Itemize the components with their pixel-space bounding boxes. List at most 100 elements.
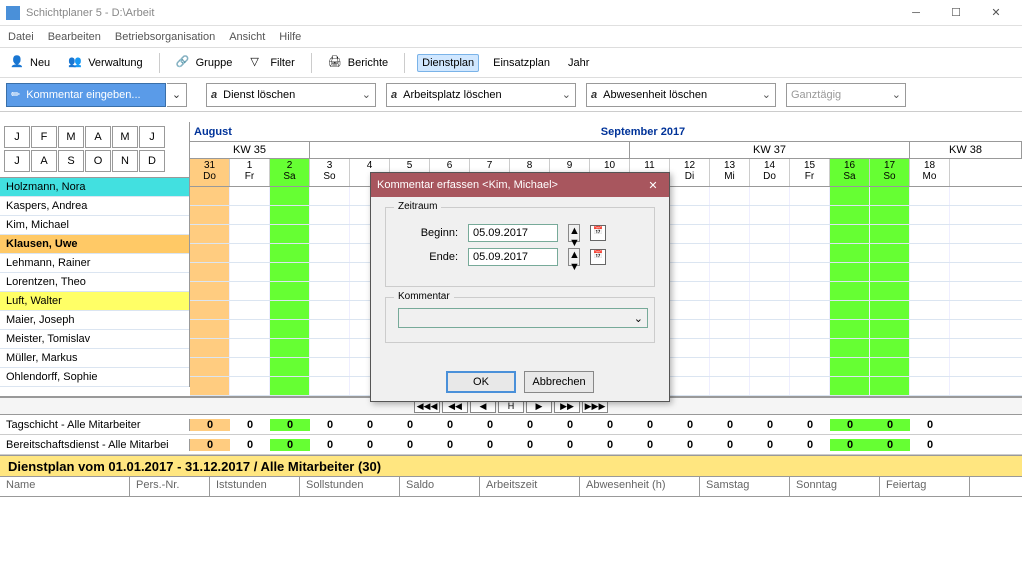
grid-cell[interactable] — [710, 377, 750, 395]
spinner-ende[interactable]: ▲▼ — [568, 248, 580, 266]
grid-cell[interactable] — [310, 282, 350, 300]
grid-cell[interactable] — [230, 206, 270, 224]
column-header[interactable]: Abwesenheit (h) — [580, 477, 700, 496]
grid-cell[interactable] — [830, 263, 870, 281]
grid-cell[interactable] — [830, 377, 870, 395]
column-header[interactable]: Saldo — [400, 477, 480, 496]
close-button[interactable]: ✕ — [976, 0, 1016, 26]
grid-cell[interactable] — [190, 377, 230, 395]
grid-cell[interactable] — [310, 339, 350, 357]
employee-row[interactable]: Meister, Tomislav — [0, 330, 189, 349]
grid-cell[interactable] — [870, 282, 910, 300]
grid-cell[interactable] — [750, 263, 790, 281]
grid-cell[interactable] — [750, 282, 790, 300]
grid-cell[interactable] — [230, 301, 270, 319]
grid-cell[interactable] — [750, 244, 790, 262]
employee-row[interactable]: Klausen, Uwe — [0, 235, 189, 254]
menu-datei[interactable]: Datei — [8, 31, 34, 43]
month-cell[interactable]: F — [31, 126, 57, 148]
employee-row[interactable]: Müller, Markus — [0, 349, 189, 368]
input-ende[interactable] — [468, 248, 558, 266]
grid-cell[interactable] — [830, 187, 870, 205]
chevron-down-icon[interactable]: ⌄ — [167, 83, 187, 107]
grid-cell[interactable] — [190, 225, 230, 243]
menu-betriebsorganisation[interactable]: Betriebsorganisation — [115, 31, 215, 43]
grid-cell[interactable] — [710, 225, 750, 243]
grid-cell[interactable] — [230, 187, 270, 205]
grid-cell[interactable] — [270, 301, 310, 319]
grid-cell[interactable] — [310, 377, 350, 395]
grid-cell[interactable] — [270, 263, 310, 281]
input-beginn[interactable] — [468, 224, 558, 242]
column-header[interactable]: Feiertag — [880, 477, 970, 496]
grid-cell[interactable] — [230, 320, 270, 338]
column-header[interactable]: Sonntag — [790, 477, 880, 496]
grid-cell[interactable] — [790, 301, 830, 319]
grid-cell[interactable] — [870, 187, 910, 205]
grid-cell[interactable] — [310, 301, 350, 319]
grid-cell[interactable] — [270, 339, 310, 357]
grid-cell[interactable] — [870, 320, 910, 338]
grid-cell[interactable] — [790, 263, 830, 281]
grid-cell[interactable] — [830, 320, 870, 338]
close-icon[interactable]: ✕ — [643, 176, 663, 194]
day-header[interactable]: 13Mi — [710, 159, 750, 186]
grid-cell[interactable] — [710, 358, 750, 376]
grid-cell[interactable] — [230, 377, 270, 395]
grid-cell[interactable] — [830, 282, 870, 300]
grid-cell[interactable] — [670, 263, 710, 281]
grid-cell[interactable] — [710, 263, 750, 281]
menu-bearbeiten[interactable]: Bearbeiten — [48, 31, 101, 43]
grid-cell[interactable] — [310, 320, 350, 338]
grid-cell[interactable] — [830, 244, 870, 262]
day-header[interactable]: 18Mo — [910, 159, 950, 186]
grid-cell[interactable] — [670, 320, 710, 338]
grid-cell[interactable] — [870, 377, 910, 395]
grid-cell[interactable] — [790, 282, 830, 300]
grid-cell[interactable] — [910, 320, 950, 338]
month-cell[interactable]: O — [85, 150, 111, 172]
grid-cell[interactable] — [670, 187, 710, 205]
month-cell[interactable]: M — [112, 126, 138, 148]
grid-cell[interactable] — [790, 244, 830, 262]
grid-cell[interactable] — [270, 358, 310, 376]
grid-cell[interactable] — [230, 358, 270, 376]
grid-cell[interactable] — [750, 301, 790, 319]
day-header[interactable]: 12Di — [670, 159, 710, 186]
grid-cell[interactable] — [190, 358, 230, 376]
month-cell[interactable]: S — [58, 150, 84, 172]
combo-dienst[interactable]: aDienst löschen⌄ — [206, 83, 376, 107]
grid-cell[interactable] — [910, 358, 950, 376]
month-cell[interactable]: J — [4, 126, 30, 148]
grid-cell[interactable] — [790, 206, 830, 224]
grid-cell[interactable] — [750, 320, 790, 338]
employee-row[interactable]: Lorentzen, Theo — [0, 273, 189, 292]
grid-cell[interactable] — [270, 244, 310, 262]
grid-cell[interactable] — [910, 263, 950, 281]
grid-cell[interactable] — [310, 244, 350, 262]
employee-row[interactable]: Maier, Joseph — [0, 311, 189, 330]
grid-cell[interactable] — [270, 225, 310, 243]
grid-cell[interactable] — [190, 244, 230, 262]
grid-cell[interactable] — [670, 282, 710, 300]
grid-cell[interactable] — [310, 263, 350, 281]
grid-cell[interactable] — [790, 339, 830, 357]
grid-cell[interactable] — [190, 206, 230, 224]
grid-cell[interactable] — [670, 301, 710, 319]
tool-neu[interactable]: 👤Neu — [6, 53, 54, 73]
grid-cell[interactable] — [670, 377, 710, 395]
grid-cell[interactable] — [870, 244, 910, 262]
column-header[interactable]: Arbeitszeit — [480, 477, 580, 496]
grid-cell[interactable] — [230, 244, 270, 262]
combo-arbeitsplatz[interactable]: aArbeitsplatz löschen⌄ — [386, 83, 576, 107]
tool-verwaltung[interactable]: 👥Verwaltung — [64, 53, 146, 73]
grid-cell[interactable] — [910, 301, 950, 319]
menu-ansicht[interactable]: Ansicht — [229, 31, 265, 43]
grid-cell[interactable] — [870, 206, 910, 224]
column-header[interactable]: Name — [0, 477, 130, 496]
day-header[interactable]: 1Fr — [230, 159, 270, 186]
month-cell[interactable]: N — [112, 150, 138, 172]
grid-cell[interactable] — [310, 358, 350, 376]
grid-cell[interactable] — [910, 339, 950, 357]
grid-cell[interactable] — [710, 244, 750, 262]
